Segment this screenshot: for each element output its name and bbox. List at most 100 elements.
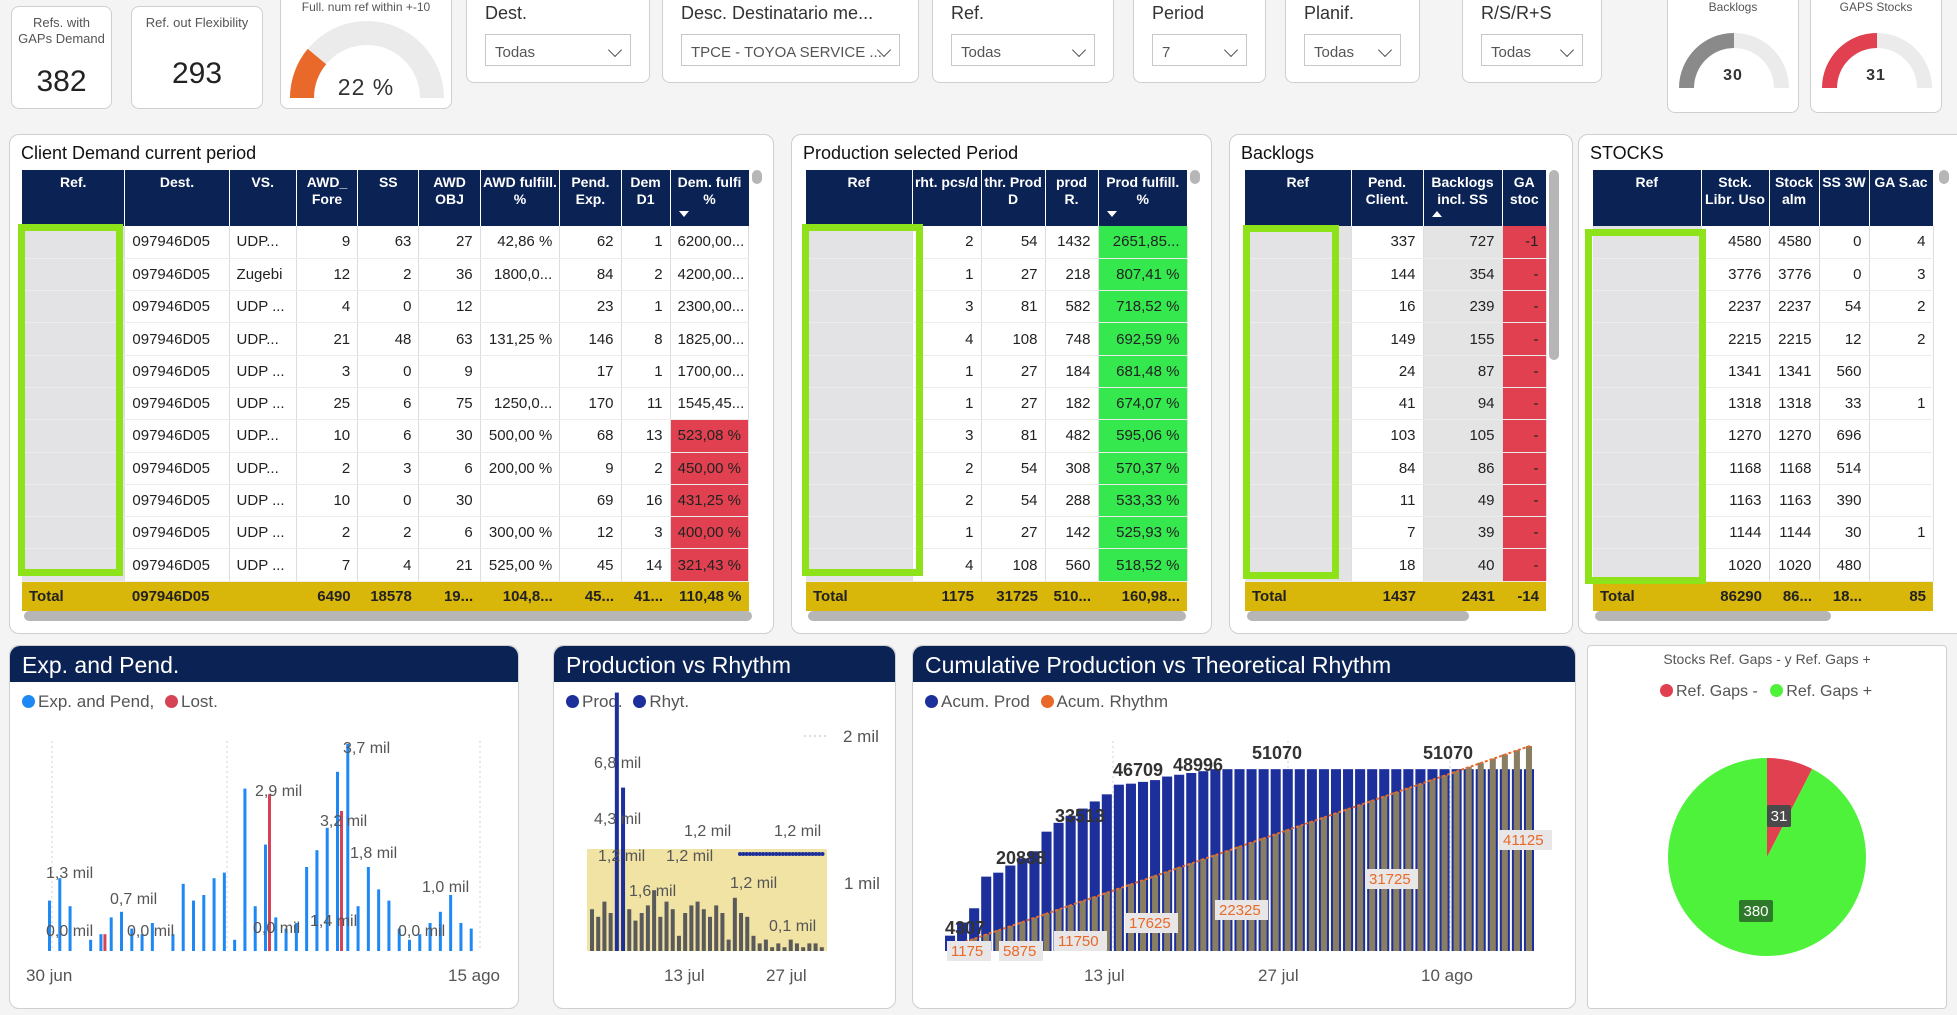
table-row[interactable]: 097946D05 UDP ... 4 0 12 23 1 2300,00... bbox=[22, 290, 750, 324]
column-header[interactable]: Ref bbox=[1245, 170, 1352, 226]
table-cell: 13 bbox=[621, 419, 671, 453]
exp-pend-bar bbox=[212, 878, 216, 951]
slicer-dropdown[interactable]: Todas bbox=[951, 34, 1095, 66]
data-label: 1,0 mil bbox=[422, 879, 469, 896]
data-label: 0,7 mil bbox=[110, 891, 157, 908]
table-cell: 36 bbox=[418, 258, 481, 292]
table-row[interactable]: 097946D05 UDP ... 3 0 9 17 1 1700,00... bbox=[22, 355, 750, 388]
table-cell: 11 bbox=[621, 387, 671, 421]
column-header[interactable]: Stock alm bbox=[1769, 170, 1820, 226]
column-header[interactable]: Dest. bbox=[124, 170, 230, 226]
column-header[interactable]: Pend. Client. bbox=[1351, 170, 1424, 226]
exp-pend-bar bbox=[58, 878, 62, 951]
table-row[interactable]: 097946D05 UDP ... 2 2 6 300,00 % 12 3 400,00 % bbox=[22, 516, 750, 550]
table-cell: 7 bbox=[296, 548, 359, 582]
table-cell: 14 bbox=[621, 548, 671, 582]
column-header[interactable]: Prod fulfill. % bbox=[1098, 170, 1187, 226]
table-cell: - bbox=[1502, 452, 1547, 485]
table-cell: 8 bbox=[621, 322, 671, 356]
table-cell: 12 bbox=[296, 258, 359, 292]
column-header[interactable]: thr. Prod D bbox=[981, 170, 1046, 226]
table-cell: UDP ... bbox=[229, 516, 297, 550]
table-row[interactable]: 097946D05 UDP ... 7 4 21 525,00 % 45 14 321,43 % bbox=[22, 548, 750, 582]
data-label: 1,3 mil bbox=[46, 865, 93, 882]
horizontal-scrollbar[interactable] bbox=[808, 611, 1186, 621]
sort-ascending-icon[interactable] bbox=[1431, 211, 1442, 217]
gauge-card-fulfillment: Full. num ref within +-10 22 % bbox=[280, 0, 452, 109]
column-header[interactable]: SS bbox=[357, 170, 420, 226]
table-cell: 27 bbox=[418, 226, 481, 259]
prod-bar bbox=[714, 905, 719, 951]
column-header[interactable]: AWD_ Fore bbox=[296, 170, 359, 226]
total-cell: Total bbox=[806, 581, 912, 612]
column-header[interactable]: GA S.ac bbox=[1869, 170, 1934, 226]
slicer-dropdown[interactable]: Todas bbox=[485, 34, 631, 66]
table-row[interactable]: 097946D05 UDP... 2 3 6 200,00 % 9 2 450,00 % bbox=[22, 452, 750, 485]
table-cell: 12 bbox=[418, 290, 481, 324]
rhythm-label: 17625 bbox=[1129, 915, 1171, 932]
table-cell: 0 bbox=[357, 355, 420, 388]
table-cell: 390 bbox=[1819, 484, 1870, 518]
table-cell: 41 bbox=[1351, 387, 1424, 421]
horizontal-scrollbar[interactable] bbox=[1595, 611, 1831, 621]
column-header[interactable]: Pend. Exp. bbox=[559, 170, 622, 226]
vertical-scrollbar[interactable] bbox=[1939, 170, 1949, 184]
column-header[interactable]: AWD fulfill. % bbox=[480, 170, 561, 226]
table-cell bbox=[480, 484, 561, 518]
table-row[interactable]: 097946D05 UDP... 9 63 27 42,86 % 62 1 6200,00... bbox=[22, 226, 750, 259]
table-cell: UDP ... bbox=[229, 548, 297, 582]
slicer-dropdown[interactable]: Todas bbox=[1304, 34, 1401, 66]
column-header[interactable]: Ref bbox=[1593, 170, 1702, 226]
column-header[interactable]: prod R. bbox=[1045, 170, 1099, 226]
column-header[interactable]: Backlogs incl. SS bbox=[1423, 170, 1503, 226]
table-cell: 63 bbox=[418, 322, 481, 356]
table-cell: 2237 bbox=[1769, 290, 1820, 324]
vertical-scrollbar[interactable] bbox=[1549, 170, 1559, 360]
vertical-scrollbar[interactable] bbox=[752, 170, 762, 184]
prod-bar bbox=[639, 913, 644, 951]
vertical-scrollbar[interactable] bbox=[1190, 170, 1200, 184]
table-cell: 9 bbox=[559, 452, 622, 485]
table-row[interactable]: 097946D05 UDP ... 10 0 30 69 16 431,25 % bbox=[22, 484, 750, 518]
table-row[interactable]: 097946D05 UDP... 21 48 63 131,25 % 146 8 1825,00… bbox=[22, 322, 750, 356]
column-header[interactable]: VS. bbox=[229, 170, 297, 226]
slicer-dropdown[interactable]: TPCE - TOYOA SERVICE ... bbox=[681, 34, 900, 66]
table-cell: 7 bbox=[1351, 516, 1424, 550]
exp-pend-bar bbox=[233, 939, 237, 951]
sort-descending-icon[interactable] bbox=[678, 211, 689, 217]
column-header[interactable]: AWD OBJ bbox=[418, 170, 481, 226]
table-cell: 525,93 % bbox=[1098, 516, 1188, 550]
prod-bar bbox=[627, 909, 632, 951]
column-header[interactable]: rht. pcs/d bbox=[912, 170, 982, 226]
table-row[interactable]: 097946D05 UDP... 10 6 30 500,00 % 68 13 523,08 % bbox=[22, 419, 750, 453]
table-row[interactable]: 097946D05 UDP ... 25 6 75 1250,0... 170 11 1545,… bbox=[22, 387, 750, 421]
column-header[interactable]: Dem D1 bbox=[621, 170, 671, 226]
prod-bar bbox=[658, 916, 663, 951]
slicer-dropdown[interactable]: 7 bbox=[1152, 34, 1247, 66]
table-cell: 6 bbox=[418, 452, 481, 485]
sort-descending-icon[interactable] bbox=[1106, 211, 1117, 217]
column-header[interactable]: Stck. Libr. Uso bbox=[1701, 170, 1770, 226]
horizontal-scrollbar[interactable] bbox=[1247, 611, 1469, 621]
horizontal-scrollbar[interactable] bbox=[24, 611, 752, 621]
table-cell: 0 bbox=[1819, 226, 1870, 259]
column-header[interactable]: SS 3W bbox=[1819, 170, 1870, 226]
column-header[interactable]: GA stoc bbox=[1502, 170, 1546, 226]
table-cell bbox=[480, 290, 561, 324]
slicer-dropdown[interactable]: Todas bbox=[1481, 34, 1583, 66]
table-cell: 94 bbox=[1423, 387, 1503, 421]
prod-bar bbox=[596, 916, 601, 951]
table-row[interactable]: 097946D05 Zugebi 12 2 36 1800,0... 84 2 4200,00.… bbox=[22, 258, 750, 292]
table-cell: 674,07 % bbox=[1098, 387, 1188, 421]
table-cell: 1 bbox=[621, 355, 671, 388]
total-cell: 31725 bbox=[981, 581, 1045, 612]
table-cell: 1 bbox=[1869, 516, 1934, 550]
column-header[interactable]: Ref bbox=[806, 170, 913, 226]
table-cell: 1318 bbox=[1701, 387, 1770, 421]
column-header[interactable]: Ref. bbox=[22, 170, 126, 226]
prod-bar bbox=[745, 916, 750, 951]
table-total-row: Total 86290 86... 18... 85 bbox=[1593, 581, 1933, 612]
total-cell: 18... bbox=[1819, 581, 1869, 612]
data-label: 3,7 mil bbox=[343, 740, 390, 757]
column-header[interactable]: Dem. fulfi % bbox=[670, 170, 749, 226]
